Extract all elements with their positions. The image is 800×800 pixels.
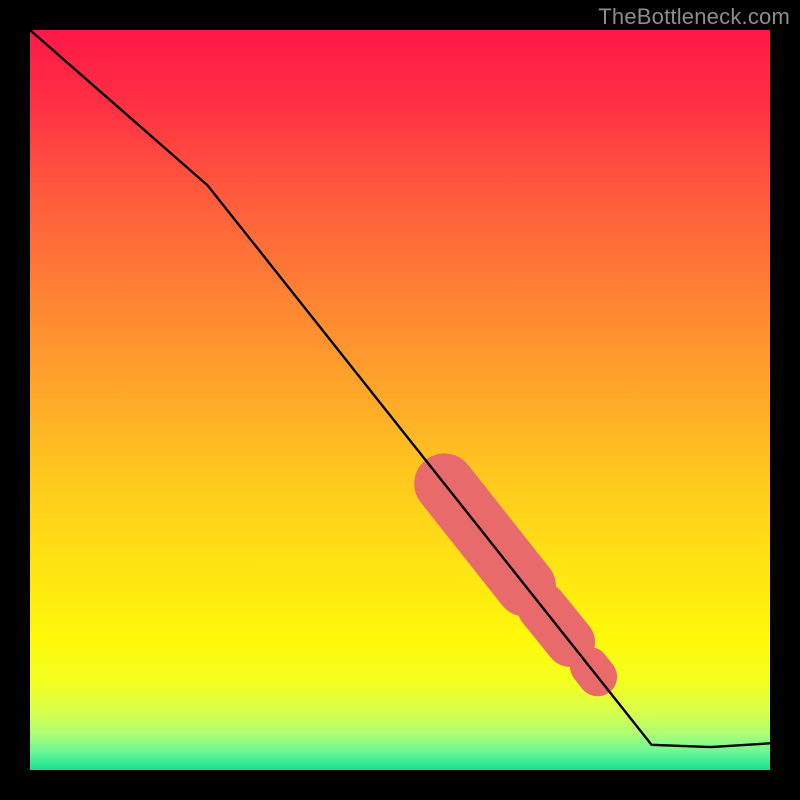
gradient-background [30,30,770,770]
plot-area [30,30,770,770]
chart-svg [30,30,770,770]
watermark-text: TheBottleneck.com [598,4,790,30]
chart-container: TheBottleneck.com [0,0,800,800]
